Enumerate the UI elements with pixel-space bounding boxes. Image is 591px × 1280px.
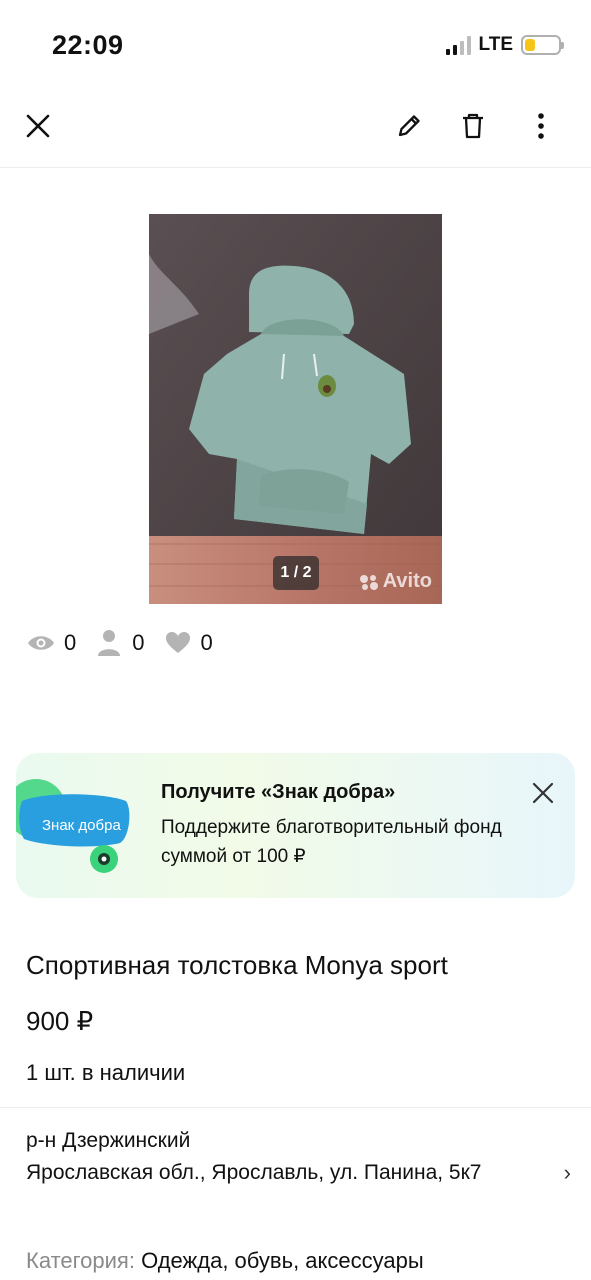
contacts-count: 0: [132, 630, 145, 655]
person-icon: [94, 628, 124, 658]
category-value[interactable]: Одежда, обувь, аксессуары: [141, 1248, 424, 1273]
views-count: 0: [64, 630, 77, 655]
charity-badge-icon: Знак добра: [16, 779, 150, 873]
district: р-н Дзержинский: [26, 1129, 191, 1152]
stat-views: 0: [26, 628, 76, 658]
listing-photo[interactable]: 1 / 2 Avito: [149, 214, 442, 604]
stat-contacts: 0: [94, 628, 145, 658]
signal-icon: [445, 35, 471, 55]
network-type: LTE: [478, 34, 513, 55]
pencil-icon[interactable]: [389, 106, 429, 146]
top-toolbar: [0, 88, 591, 168]
charity-promo-banner[interactable]: Знак добра Получите «Знак добра» Поддерж…: [16, 753, 575, 898]
badge-label: Знак добра: [42, 817, 121, 834]
eye-icon: [26, 628, 56, 658]
avito-watermark: Avito: [358, 570, 432, 593]
listing-price: 900 ₽: [26, 1006, 94, 1036]
battery-level: [525, 39, 535, 51]
watermark-text: Avito: [382, 570, 432, 592]
divider: [0, 1107, 591, 1108]
hoodie-image: [149, 214, 442, 604]
favorites-count: 0: [200, 630, 213, 655]
status-bar: 22:09 LTE: [0, 0, 591, 88]
listing-stats: 0 0 0: [26, 628, 231, 658]
more-vertical-icon[interactable]: [521, 106, 561, 146]
close-icon[interactable]: [18, 106, 58, 146]
close-icon[interactable]: [529, 779, 557, 807]
category-label: Категория:: [26, 1248, 135, 1273]
promo-title: Получите «Знак добра»: [161, 781, 396, 803]
battery-icon: [521, 35, 564, 55]
status-indicators: LTE: [445, 34, 564, 56]
status-time: 22:09: [52, 30, 124, 60]
listing-title: Спортивная толстовка Monya sport: [26, 950, 448, 980]
stat-favorites: 0: [163, 628, 213, 658]
stock-status: 1 шт. в наличии: [26, 1060, 186, 1085]
chevron-right-icon: ›: [563, 1160, 571, 1185]
trash-icon[interactable]: [453, 106, 493, 146]
promo-text: Поддержите благотворительный фонд суммой…: [161, 817, 502, 867]
address-block[interactable]: р-н Дзержинский Ярославская обл., Яросла…: [26, 1126, 571, 1190]
photo-counter: 1 / 2: [273, 556, 319, 590]
category-row: Категория: Одежда, обувь, аксессуары: [26, 1248, 424, 1274]
address-line: Ярославская обл., Ярославль, ул. Панина,…: [26, 1161, 482, 1184]
heart-icon: [163, 628, 193, 658]
avito-logo-icon: [359, 574, 378, 590]
